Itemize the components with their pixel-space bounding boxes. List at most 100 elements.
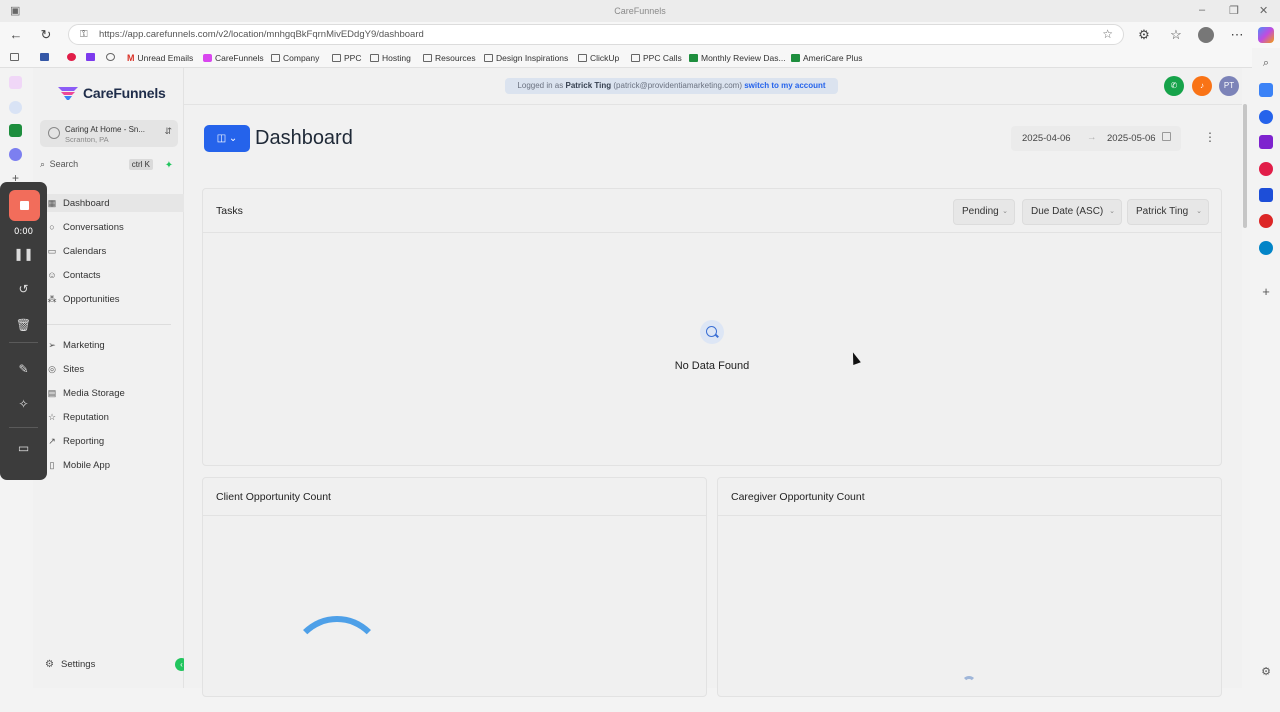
refresh-icon[interactable]: ↻ (38, 27, 54, 43)
sidebar-item-contacts[interactable]: ☺ Contacts (33, 266, 184, 284)
bell-icon[interactable]: ♪ (1192, 76, 1212, 96)
quick-action-icon[interactable]: ✦ (162, 159, 176, 173)
carefunnels-tab-icon[interactable] (9, 76, 22, 89)
bookmark-americare-plus[interactable]: AmeriCare Plus (791, 53, 863, 63)
minimize-icon[interactable]: – (1199, 4, 1205, 16)
browser-tab-icon[interactable] (9, 101, 22, 114)
sheets-tab-icon[interactable] (9, 124, 22, 137)
date-start[interactable]: 2025-04-06 (1022, 133, 1071, 144)
bookmark-monthly-review[interactable]: Monthly Review Das... (689, 53, 786, 63)
bookmark-clickup[interactable]: ClickUp (578, 53, 619, 63)
assignee-filter[interactable]: Patrick Ting ⌄ (1127, 199, 1209, 225)
extensions-icon[interactable]: ⚙ (1136, 27, 1152, 43)
gear-icon[interactable]: ⚙ (1259, 665, 1273, 679)
tab-actions-icon[interactable] (10, 53, 19, 61)
location-avatar-icon (48, 127, 60, 139)
sidebar-item-settings[interactable]: ⚙ Settings (33, 655, 184, 673)
todo-icon[interactable] (1259, 162, 1273, 176)
favorite-star-icon[interactable]: ☆ (1102, 25, 1113, 44)
drop-icon[interactable] (1259, 214, 1273, 228)
star-icon: ☆ (47, 411, 57, 422)
pen-icon[interactable]: ✎ (0, 362, 47, 376)
trash-icon[interactable]: 🗑 (0, 318, 47, 332)
bookmark-label: Monthly Review Das... (701, 53, 786, 63)
bookmark-apps[interactable] (86, 53, 95, 61)
address-bar[interactable]: ⚿ https://app.carefunnels.com/v2/locatio… (68, 24, 1124, 45)
sidebar-item-conversations[interactable]: ○ Conversations (33, 218, 184, 236)
effects-icon[interactable]: ✧ (0, 397, 47, 411)
bookmark-company[interactable]: Company (271, 53, 319, 63)
account-switcher[interactable]: Caring At Home - Sn... Scranton, PA ⇵ (40, 120, 178, 147)
onenote-icon[interactable] (1259, 135, 1273, 149)
date-end[interactable]: 2025-05-06 (1107, 133, 1159, 144)
sidebar-item-reporting[interactable]: ↗ Reporting (33, 432, 184, 450)
sidebar-item-calendars[interactable]: ▭ Calendars (33, 242, 184, 260)
bookmarks-bar: M Unread Emails CareFunnels Company PPC H… (0, 48, 1280, 68)
scrollbar-thumb[interactable] (1243, 104, 1247, 228)
bookmark-unread-emails[interactable]: M Unread Emails (127, 53, 193, 63)
bookmark-resources[interactable]: Resources (423, 53, 476, 63)
dashboard-switcher-button[interactable]: ◫ ⌄ (204, 125, 250, 152)
user-avatar[interactable]: PT (1219, 76, 1239, 96)
sort-filter[interactable]: Due Date (ASC) ⌄ (1022, 199, 1122, 225)
close-icon[interactable]: ✕ (1259, 4, 1268, 17)
messenger-icon[interactable] (1259, 241, 1273, 255)
bookmark-ppc[interactable]: PPC (332, 53, 361, 63)
brand-name: CareFunnels (83, 85, 166, 101)
gear-icon (67, 53, 76, 61)
profile-avatar[interactable] (1198, 27, 1214, 43)
stop-recording-button[interactable] (9, 190, 40, 221)
back-icon[interactable]: ← (8, 27, 24, 43)
more-menu-icon[interactable]: ⋯ (1229, 27, 1245, 43)
sidebar-item-media-storage[interactable]: ▤ Media Storage (33, 384, 184, 402)
sidebar-item-reputation[interactable]: ☆ Reputation (33, 408, 184, 426)
settings-tab-icon[interactable] (9, 148, 22, 161)
copilot-icon[interactable] (1258, 27, 1274, 43)
bookmark-jw[interactable] (40, 53, 49, 61)
status-filter[interactable]: Pending ⌄ (953, 199, 1015, 225)
outlook-icon[interactable] (1259, 110, 1273, 124)
bookmark-label: PPC (344, 53, 362, 63)
favorites-icon[interactable]: ☆ (1168, 27, 1184, 43)
bookmark-carefunnels[interactable]: CareFunnels (203, 53, 264, 63)
sidebar-item-label: Opportunities (63, 293, 120, 305)
restore-icon[interactable]: ❐ (1229, 4, 1239, 17)
sidebar-item-dashboard[interactable]: ▦ Dashboard (33, 194, 184, 212)
bookings-icon[interactable] (1259, 188, 1273, 202)
site-info-icon[interactable]: ⚿ (80, 25, 88, 44)
bookmark-cloud[interactable] (106, 53, 115, 61)
gmail-icon: M (127, 53, 135, 63)
bookmark-label: PPC Calls (643, 53, 682, 63)
banner-user: Patrick Ting (565, 81, 612, 90)
bookmark-label: Unread Emails (137, 53, 194, 63)
date-range-picker[interactable]: 2025-04-06 → 2025-05-06 (1011, 126, 1181, 151)
empty-state-text: No Data Found (674, 360, 750, 372)
bookmark-ppc-calls[interactable]: PPC Calls (631, 53, 682, 63)
search-shortcut: ctrl K (128, 159, 153, 170)
page-scrollbar[interactable] (1242, 104, 1248, 688)
pause-icon[interactable]: ❚❚ (0, 247, 47, 261)
sidebar-item-opportunities[interactable]: ⁂ Opportunities (33, 290, 184, 308)
bookmark-label: Company (283, 53, 320, 63)
sidebar-item-mobile-app[interactable]: ▯ Mobile App (33, 456, 184, 474)
bookmark-design-inspirations[interactable]: Design Inspirations (484, 53, 568, 63)
switch-account-link[interactable]: switch to my account (744, 81, 825, 90)
sidebar-search[interactable]: ⌕ Search ctrl K (40, 159, 153, 174)
sidebar-item-sites[interactable]: ◎ Sites (33, 360, 184, 378)
camera-icon[interactable]: ▭ (0, 441, 47, 455)
more-options-icon[interactable]: ⋮ (1204, 130, 1216, 144)
sidebar-item-label: Contacts (63, 269, 101, 281)
main-content: Logged in as Patrick Ting (patrick@provi… (184, 68, 1242, 697)
send-icon: ➢ (48, 339, 56, 350)
bookmark-hosting[interactable]: Hosting (370, 53, 411, 63)
recorder-divider (9, 342, 38, 343)
search-icon[interactable]: ⌕ (1259, 56, 1273, 70)
phone-icon[interactable]: ✆ (1164, 76, 1184, 96)
sidebar-divider (47, 324, 171, 325)
brand-logo[interactable]: CareFunnels (57, 85, 166, 101)
bookmark-gear[interactable] (67, 53, 76, 61)
shopping-icon[interactable] (1259, 83, 1273, 97)
restart-icon[interactable]: ↺ (0, 282, 47, 296)
add-icon[interactable]: + (1259, 285, 1273, 299)
sidebar-item-marketing[interactable]: ➢ Marketing (33, 336, 184, 354)
